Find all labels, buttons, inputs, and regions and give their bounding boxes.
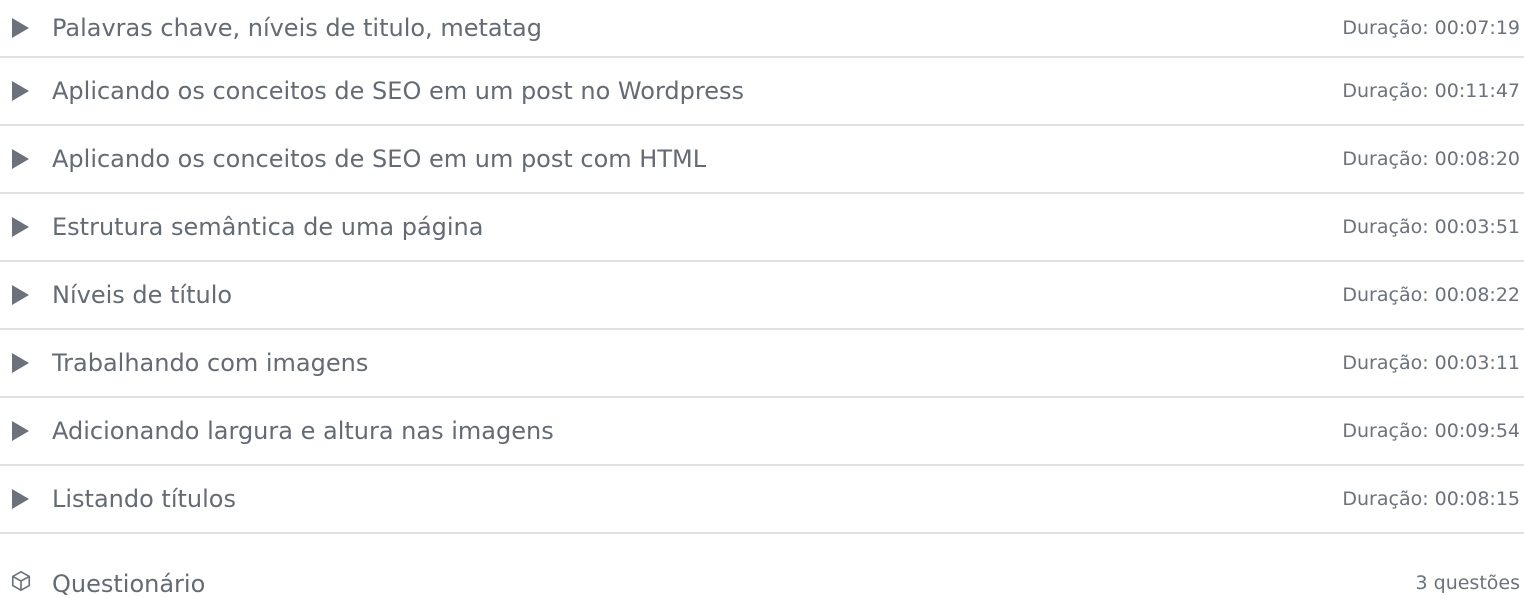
play-icon [12,18,29,38]
lesson-title: Adicionando largura e altura nas imagens [52,417,554,445]
lesson-duration: Duração: 00:08:22 [1342,284,1520,306]
lesson-title: Estrutura semântica de uma página [52,213,484,241]
lesson-title: Palavras chave, níveis de titulo, metata… [52,14,542,42]
lesson-row[interactable]: Aplicando os conceitos de SEO em um post… [0,58,1524,126]
quiz-count: 3 questões [1415,572,1520,594]
lesson-duration: Duração: 00:08:15 [1342,488,1520,510]
quiz-row[interactable]: Questionário 3 questões [0,534,1524,598]
play-icon [12,421,29,441]
lesson-row[interactable]: Trabalhando com imagens Duração: 00:03:1… [0,330,1524,398]
quiz-title: Questionário [52,570,206,598]
cube-icon [11,571,31,591]
play-icon [12,81,29,101]
curriculum-list: Palavras chave, níveis de titulo, metata… [0,0,1524,598]
lesson-duration: Duração: 00:08:20 [1342,148,1520,170]
lesson-duration: Duração: 00:09:54 [1342,420,1520,442]
lesson-duration: Duração: 00:07:19 [1342,17,1520,39]
play-icon [12,489,29,509]
lesson-duration: Duração: 00:03:11 [1342,352,1520,374]
lesson-row[interactable]: Adicionando largura e altura nas imagens… [0,398,1524,466]
play-icon [12,217,29,237]
lesson-row[interactable]: Aplicando os conceitos de SEO em um post… [0,126,1524,194]
play-icon [12,149,29,169]
lesson-title: Níveis de título [52,281,233,309]
lesson-row[interactable]: Estrutura semântica de uma página Duraçã… [0,194,1524,262]
lesson-duration: Duração: 00:11:47 [1342,80,1520,102]
lesson-row[interactable]: Palavras chave, níveis de titulo, metata… [0,0,1524,58]
lesson-row[interactable]: Níveis de título Duração: 00:08:22 [0,262,1524,330]
lesson-title: Aplicando os conceitos de SEO em um post… [52,77,744,105]
lesson-title: Trabalhando com imagens [52,349,369,377]
lesson-title: Listando títulos [52,485,236,513]
lesson-duration: Duração: 00:03:51 [1342,216,1520,238]
play-icon [12,353,29,373]
lesson-row[interactable]: Listando títulos Duração: 00:08:15 [0,466,1524,534]
play-icon [12,285,29,305]
lesson-title: Aplicando os conceitos de SEO em um post… [52,145,707,173]
